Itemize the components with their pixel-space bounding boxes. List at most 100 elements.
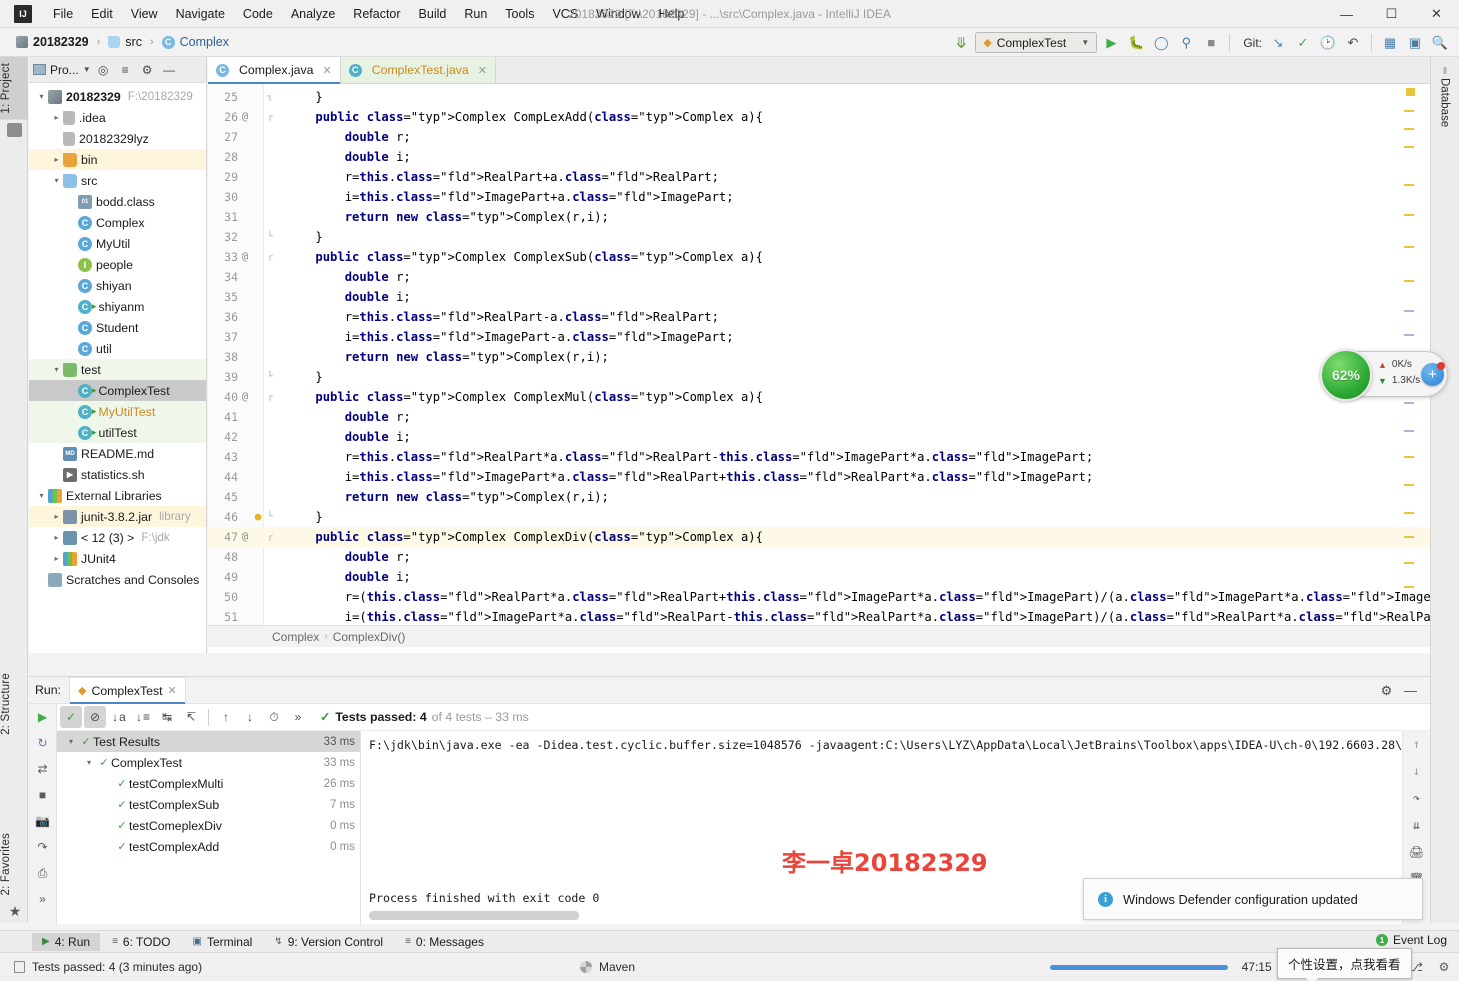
menu-window[interactable]: Window bbox=[587, 3, 649, 25]
tree-item-external-libraries[interactable]: External Libraries bbox=[29, 485, 206, 506]
code-line[interactable]: 39 └ } bbox=[208, 367, 1430, 387]
sidebar-tab-favorites[interactable]: 2: Favorites bbox=[0, 827, 28, 901]
profile-button[interactable]: ⚲ bbox=[1175, 32, 1197, 54]
test-row[interactable]: ✓ testComplexMulti 26 ms bbox=[57, 773, 360, 794]
test-results-tree[interactable]: ▾ ✓ Test Results 33 ms ▾ ✓ ComplexTest 33 ms ✓ te… bbox=[57, 731, 361, 924]
bottom-tab-terminal[interactable]: ▣ Terminal bbox=[182, 933, 262, 951]
code-line[interactable]: 25 ┐ } bbox=[208, 87, 1430, 107]
code-folding-icon[interactable]: ┌ bbox=[264, 107, 276, 127]
close-icon[interactable]: ✕ bbox=[323, 64, 332, 77]
tree-item-junit4[interactable]: JUnit4 bbox=[29, 548, 206, 569]
tree-item-shiyanm[interactable]: C ▸ shiyanm bbox=[29, 296, 206, 317]
gutter-annotation-icon[interactable]: @ bbox=[238, 107, 252, 127]
run-tab-complextest[interactable]: ◆ ComplexTest ✕ bbox=[68, 677, 186, 704]
chevron-right-icon[interactable] bbox=[50, 155, 63, 164]
breadcrumb-class[interactable]: Complex bbox=[272, 630, 319, 644]
build-hammer-icon[interactable]: ⤋ bbox=[950, 32, 972, 54]
code-folding-icon[interactable]: ┌ bbox=[264, 247, 276, 267]
rerun-icon[interactable]: ▶ bbox=[34, 708, 52, 726]
code-line[interactable]: 36 r=this.class="fld">RealPart-a.class="… bbox=[208, 307, 1430, 327]
tree-item-20182329[interactable]: 20182329 F:\20182329 bbox=[29, 86, 206, 107]
terminal-icon[interactable]: ▣ bbox=[1404, 32, 1426, 54]
locate-file-icon[interactable]: ◎ bbox=[94, 60, 113, 79]
run-button[interactable]: ▶ bbox=[1100, 32, 1122, 54]
close-icon[interactable]: ✕ bbox=[168, 684, 177, 697]
code-line[interactable]: 28 double i; bbox=[208, 147, 1430, 167]
code-line[interactable]: 44 i=this.class="fld">ImagePart*a.class=… bbox=[208, 467, 1430, 487]
rerun-failed-icon[interactable]: ↻ bbox=[34, 734, 52, 752]
tree-item-idea[interactable]: .idea bbox=[29, 107, 206, 128]
code-line[interactable]: 31 return new class="typ">Complex(r,i); bbox=[208, 207, 1430, 227]
menu-analyze[interactable]: Analyze bbox=[282, 3, 344, 25]
hide-run-panel-icon[interactable]: — bbox=[1401, 681, 1420, 700]
stop-button[interactable]: ■ bbox=[1200, 32, 1222, 54]
code-line[interactable]: 43 r=this.class="fld">RealPart*a.class="… bbox=[208, 447, 1430, 467]
menu-build[interactable]: Build bbox=[410, 3, 456, 25]
intention-bulb-icon[interactable]: ● bbox=[252, 507, 264, 527]
menu-edit[interactable]: Edit bbox=[82, 3, 122, 25]
tree-item-bin[interactable]: bin bbox=[29, 149, 206, 170]
code-line[interactable]: 46 ● └ } bbox=[208, 507, 1430, 527]
chevron-right-icon[interactable] bbox=[50, 533, 63, 542]
scroll-up-icon[interactable]: ↑ bbox=[1408, 735, 1426, 753]
code-line[interactable]: 35 double i; bbox=[208, 287, 1430, 307]
chevron-down-icon[interactable]: ▾ bbox=[63, 737, 79, 746]
breadcrumb-project[interactable]: 20182329 bbox=[10, 33, 95, 51]
minimize-button[interactable]: — bbox=[1324, 0, 1369, 28]
breadcrumb-src[interactable]: src bbox=[102, 33, 148, 51]
chevron-down-icon[interactable] bbox=[50, 176, 63, 185]
code-line[interactable]: 32 └ } bbox=[208, 227, 1430, 247]
git-update-icon[interactable]: ↘ bbox=[1267, 32, 1289, 54]
menu-run[interactable]: Run bbox=[455, 3, 496, 25]
tree-item-student[interactable]: C Student bbox=[29, 317, 206, 338]
code-line[interactable]: 51 i=(this.class="fld">ImagePart*a.class… bbox=[208, 607, 1430, 627]
tree-item-myutil[interactable]: C MyUtil bbox=[29, 233, 206, 254]
caret-position[interactable]: 47:15 bbox=[1242, 960, 1272, 974]
maximize-button[interactable]: ☐ bbox=[1369, 0, 1414, 28]
tree-item-statistics-sh[interactable]: ▶ statistics.sh bbox=[29, 464, 206, 485]
hide-panel-icon[interactable]: — bbox=[160, 60, 179, 79]
tree-item-complex[interactable]: C Complex bbox=[29, 212, 206, 233]
run-configuration-selector[interactable]: ◆ ComplexTest ▼ bbox=[975, 32, 1098, 53]
tree-item-20182329lyz[interactable]: 20182329lyz bbox=[29, 128, 206, 149]
test-row[interactable]: ✓ testComplexSub 7 ms bbox=[57, 794, 360, 815]
tree-item-scratches-and-consoles[interactable]: Scratches and Consoles bbox=[29, 569, 206, 590]
project-structure-icon[interactable]: ▦ bbox=[1379, 32, 1401, 54]
breadcrumb-method[interactable]: ComplexDiv() bbox=[333, 630, 406, 644]
next-test-icon[interactable]: ↓ bbox=[239, 706, 261, 728]
run-coverage-button[interactable]: ◯ bbox=[1150, 32, 1172, 54]
code-line[interactable]: 29 r=this.class="fld">RealPart+a.class="… bbox=[208, 167, 1430, 187]
search-icon[interactable]: 🔍 bbox=[1429, 32, 1451, 54]
code-line[interactable]: 45 return new class="typ">Complex(r,i); bbox=[208, 487, 1430, 507]
tree-item-shiyan[interactable]: Cshiyan bbox=[29, 275, 206, 296]
code-line[interactable]: 37 i=this.class="fld">ImagePart-a.class=… bbox=[208, 327, 1430, 347]
settings-gear-icon[interactable]: ⚙ bbox=[138, 60, 157, 79]
network-monitor-widget[interactable]: 62% ▲ 0K/s ▼ 1.3K/s + bbox=[1320, 349, 1448, 401]
tree-item-src[interactable]: src bbox=[29, 170, 206, 191]
git-rollback-icon[interactable]: ↶ bbox=[1342, 32, 1364, 54]
event-log-button[interactable]: 1 Event Log bbox=[1375, 933, 1447, 947]
menu-navigate[interactable]: Navigate bbox=[167, 3, 234, 25]
collapse-all-icon[interactable]: ↸ bbox=[180, 706, 202, 728]
chevron-down-icon[interactable] bbox=[50, 365, 63, 374]
stop-icon[interactable]: ■ bbox=[34, 786, 52, 804]
tree-item-readme-md[interactable]: MD README.md bbox=[29, 443, 206, 464]
code-line[interactable]: 34 double r; bbox=[208, 267, 1430, 287]
test-row[interactable]: ▾ ✓ ComplexTest 33 ms bbox=[57, 752, 360, 773]
prev-test-icon[interactable]: ↑ bbox=[215, 706, 237, 728]
favorites-star-icon[interactable]: ★ bbox=[6, 902, 24, 920]
chevron-right-icon[interactable] bbox=[50, 113, 63, 122]
code-line[interactable]: 41 double r; bbox=[208, 407, 1430, 427]
toggle-auto-test-icon[interactable]: ⇄ bbox=[34, 760, 52, 778]
sort-alphabetically-icon[interactable]: ↓ a bbox=[108, 706, 130, 728]
scroll-to-end-icon[interactable]: ⇊ bbox=[1408, 816, 1426, 834]
test-history-icon[interactable]: ⏱ bbox=[263, 706, 285, 728]
gutter-annotation-icon[interactable]: @ bbox=[238, 387, 252, 407]
tree-item-junit-3-8-2-jar[interactable]: junit-3.8.2.jar library bbox=[29, 506, 206, 527]
test-row[interactable]: ✓ testComeplexDiv 0 ms bbox=[57, 815, 360, 836]
gutter-annotation-icon[interactable]: @ bbox=[238, 527, 252, 547]
bottom-tab-version-control[interactable]: ↯ 9: Version Control bbox=[264, 933, 393, 951]
tree-item-complextest[interactable]: C ▸ ComplexTest bbox=[29, 380, 206, 401]
chevron-right-icon[interactable] bbox=[50, 512, 63, 521]
tree-item-people[interactable]: Ipeople bbox=[29, 254, 206, 275]
